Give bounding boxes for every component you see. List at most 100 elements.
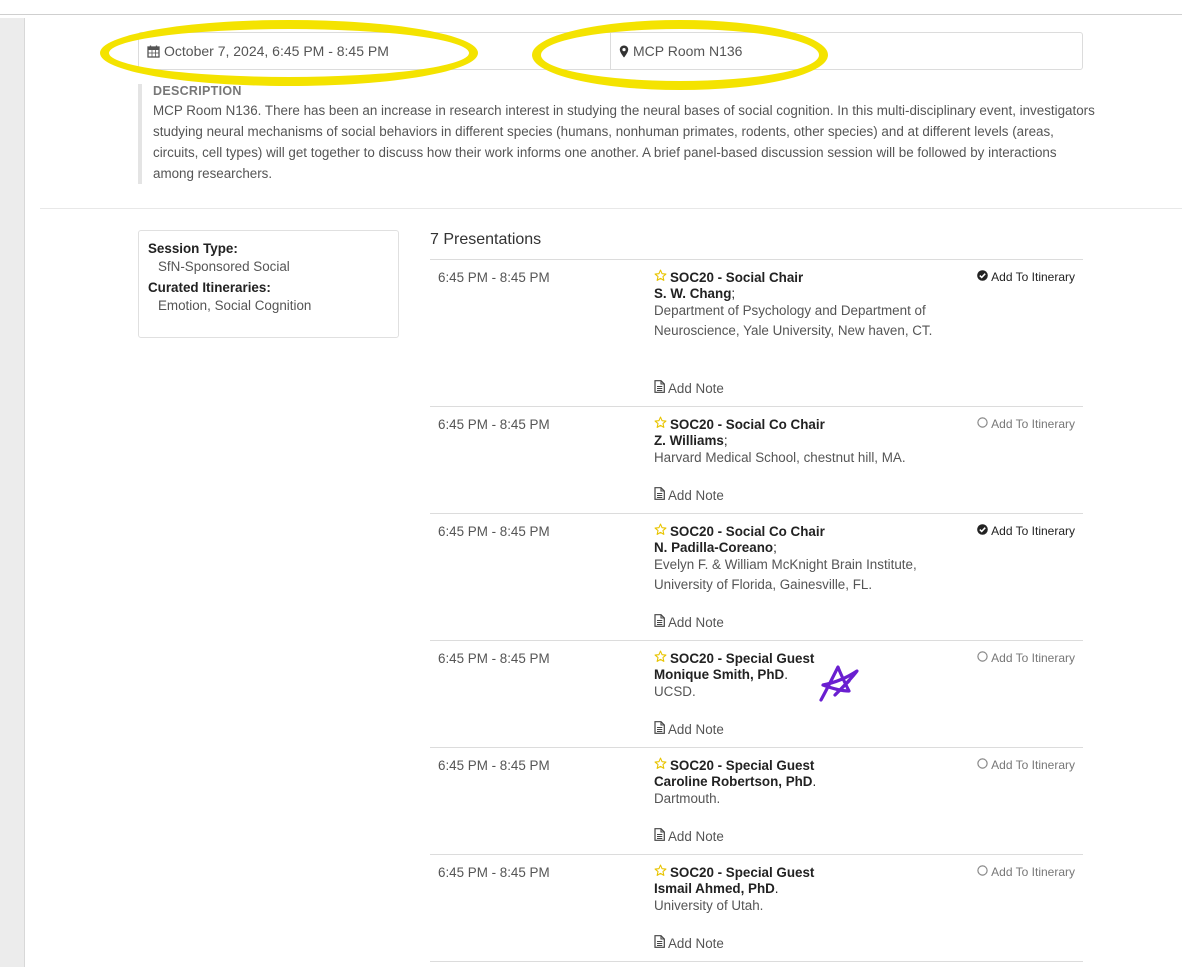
left-gutter	[0, 18, 25, 967]
presentation-row: 6:45 PM - 8:45 PM SOC20 - Social Chair S. …	[430, 260, 1083, 407]
speaker-name: Ismail Ahmed, PhD	[654, 881, 775, 896]
event-info-bar: October 7, 2024, 6:45 PM - 8:45 PM MCP R…	[138, 32, 1083, 70]
add-to-itinerary-button[interactable]: Add To Itinerary	[977, 270, 1075, 284]
add-note-label: Add Note	[668, 487, 724, 503]
star-favorite-icon[interactable]	[654, 416, 667, 432]
presentation-row: 6:45 PM - 8:45 PM SOC20 - Special Guest Is…	[430, 855, 1083, 962]
speaker-separator: ;	[731, 286, 736, 301]
top-border	[0, 14, 1182, 15]
add-to-itinerary-label: Add To Itinerary	[991, 524, 1075, 538]
presentation-title[interactable]: SOC20 - Special Guest	[654, 864, 944, 880]
presentation-title-text[interactable]: SOC20 - Special Guest	[670, 865, 814, 880]
add-note-button[interactable]: Add Note	[654, 828, 724, 844]
speaker-affiliation: Evelyn F. & William McKnight Brain Insti…	[654, 557, 917, 592]
speaker-affiliation: Department of Psychology and Department …	[654, 303, 933, 338]
note-icon	[654, 487, 668, 503]
speaker-name: Monique Smith, PhD	[654, 667, 785, 682]
presentation-speaker: Monique Smith, PhD.	[654, 667, 944, 682]
curated-itineraries-label: Curated Itineraries:	[148, 280, 271, 295]
presentation-title[interactable]: SOC20 - Special Guest	[654, 757, 944, 773]
presentation-title[interactable]: SOC20 - Social Co Chair	[654, 523, 944, 539]
add-note-button[interactable]: Add Note	[654, 935, 724, 951]
add-to-itinerary-button[interactable]: Add To Itinerary	[977, 758, 1075, 772]
note-icon	[654, 828, 668, 844]
star-favorite-icon[interactable]	[654, 864, 667, 880]
presentation-body: SOC20 - Special Guest Caroline Robertson,…	[654, 757, 944, 809]
calendar-icon	[147, 45, 160, 58]
description-heading: DESCRIPTION	[153, 84, 242, 98]
presentation-title-text[interactable]: SOC20 - Social Chair	[670, 270, 803, 285]
add-to-itinerary-button[interactable]: Add To Itinerary	[977, 651, 1075, 665]
add-note-button[interactable]: Add Note	[654, 614, 724, 630]
speaker-separator: .	[774, 881, 779, 896]
add-to-itinerary-label: Add To Itinerary	[991, 270, 1075, 284]
presentation-title-text[interactable]: SOC20 - Special Guest	[670, 651, 814, 666]
add-note-button[interactable]: Add Note	[654, 487, 724, 503]
presentation-row: 6:45 PM - 8:45 PM SOC20 - Special Guest Ca…	[430, 748, 1083, 855]
presentation-title-text[interactable]: SOC20 - Social Co Chair	[670, 524, 825, 539]
add-to-itinerary-button[interactable]: Add To Itinerary	[977, 524, 1075, 538]
event-page: October 7, 2024, 6:45 PM - 8:45 PM MCP R…	[25, 18, 1182, 967]
presentation-speaker: Z. Williams;	[654, 433, 944, 448]
description-text: MCP Room N136. There has been an increas…	[153, 103, 1095, 181]
session-info-box: Session Type: SfN-Sponsored Social Curat…	[138, 230, 399, 338]
add-to-itinerary-label: Add To Itinerary	[991, 417, 1075, 431]
presentation-title[interactable]: SOC20 - Special Guest	[654, 650, 944, 666]
presentation-time: 6:45 PM - 8:45 PM	[438, 758, 550, 773]
presentation-title[interactable]: SOC20 - Social Co Chair	[654, 416, 944, 432]
circle-outline-icon	[977, 651, 991, 665]
star-favorite-icon[interactable]	[654, 650, 667, 666]
speaker-separator: ;	[723, 433, 728, 448]
description-section: DESCRIPTION MCP Room N136. There has bee…	[138, 84, 1098, 184]
event-location-text: MCP Room N136	[633, 43, 743, 59]
speaker-affiliation: University of Utah.	[654, 898, 764, 913]
speaker-affiliation: Harvard Medical School, chestnut hill, M…	[654, 450, 906, 465]
presentation-body: SOC20 - Special Guest Ismail Ahmed, PhD. U…	[654, 864, 944, 916]
note-icon	[654, 721, 668, 737]
event-location: MCP Room N136	[611, 33, 742, 69]
add-note-button[interactable]: Add Note	[654, 721, 724, 737]
note-icon	[654, 614, 668, 630]
star-favorite-icon[interactable]	[654, 757, 667, 773]
presentation-time: 6:45 PM - 8:45 PM	[438, 865, 550, 880]
presentation-time: 6:45 PM - 8:45 PM	[438, 417, 550, 432]
presentation-title-text[interactable]: SOC20 - Social Co Chair	[670, 417, 825, 432]
handwritten-star-scribble	[819, 665, 859, 702]
presentation-title[interactable]: SOC20 - Social Chair	[654, 269, 944, 285]
add-to-itinerary-button[interactable]: Add To Itinerary	[977, 865, 1075, 879]
add-note-label: Add Note	[668, 935, 724, 951]
add-note-label: Add Note	[668, 380, 724, 396]
speaker-name: Z. Williams	[654, 433, 724, 448]
add-note-button[interactable]: Add Note	[654, 380, 724, 396]
circle-outline-icon	[977, 417, 991, 431]
speaker-name: S. W. Chang	[654, 286, 732, 301]
speaker-separator: ;	[773, 540, 777, 555]
map-marker-icon	[619, 45, 629, 57]
star-favorite-icon[interactable]	[654, 269, 667, 285]
presentation-row: 6:45 PM - 8:45 PM SOC20 - Special Guest Mo…	[430, 641, 1083, 748]
add-to-itinerary-label: Add To Itinerary	[991, 865, 1075, 879]
star-favorite-icon[interactable]	[654, 523, 667, 539]
event-datetime-text: October 7, 2024, 6:45 PM - 8:45 PM	[164, 43, 389, 59]
add-to-itinerary-label: Add To Itinerary	[991, 758, 1075, 772]
section-divider	[40, 208, 1182, 209]
speaker-separator: .	[784, 667, 788, 682]
check-circle-icon	[977, 524, 991, 538]
circle-outline-icon	[977, 865, 991, 879]
presentations-heading: 7 Presentations	[430, 231, 542, 248]
add-to-itinerary-button[interactable]: Add To Itinerary	[977, 417, 1075, 431]
presentation-speaker: Ismail Ahmed, PhD.	[654, 881, 944, 896]
add-note-label: Add Note	[668, 828, 724, 844]
presentation-title-text[interactable]: SOC20 - Special Guest	[670, 758, 814, 773]
presentation-speaker: Caroline Robertson, PhD.	[654, 774, 944, 789]
presentation-row: 6:45 PM - 8:45 PM SOC20 - Social Co Chair…	[430, 407, 1083, 514]
presentation-speaker: N. Padilla-Coreano;	[654, 540, 944, 555]
add-note-label: Add Note	[668, 721, 724, 737]
presentation-row: 6:45 PM - 8:45 PM SOC20 - Social Co Chair…	[430, 514, 1083, 641]
speaker-name: Caroline Robertson, PhD	[654, 774, 813, 789]
presentation-body: SOC20 - Special Guest Monique Smith, PhD.…	[654, 650, 944, 702]
session-type-value: SfN-Sponsored Social	[158, 259, 290, 274]
presentation-time: 6:45 PM - 8:45 PM	[438, 524, 550, 539]
add-note-label: Add Note	[668, 614, 724, 630]
presentations-list: 6:45 PM - 8:45 PM SOC20 - Social Chair S. …	[430, 259, 1083, 962]
